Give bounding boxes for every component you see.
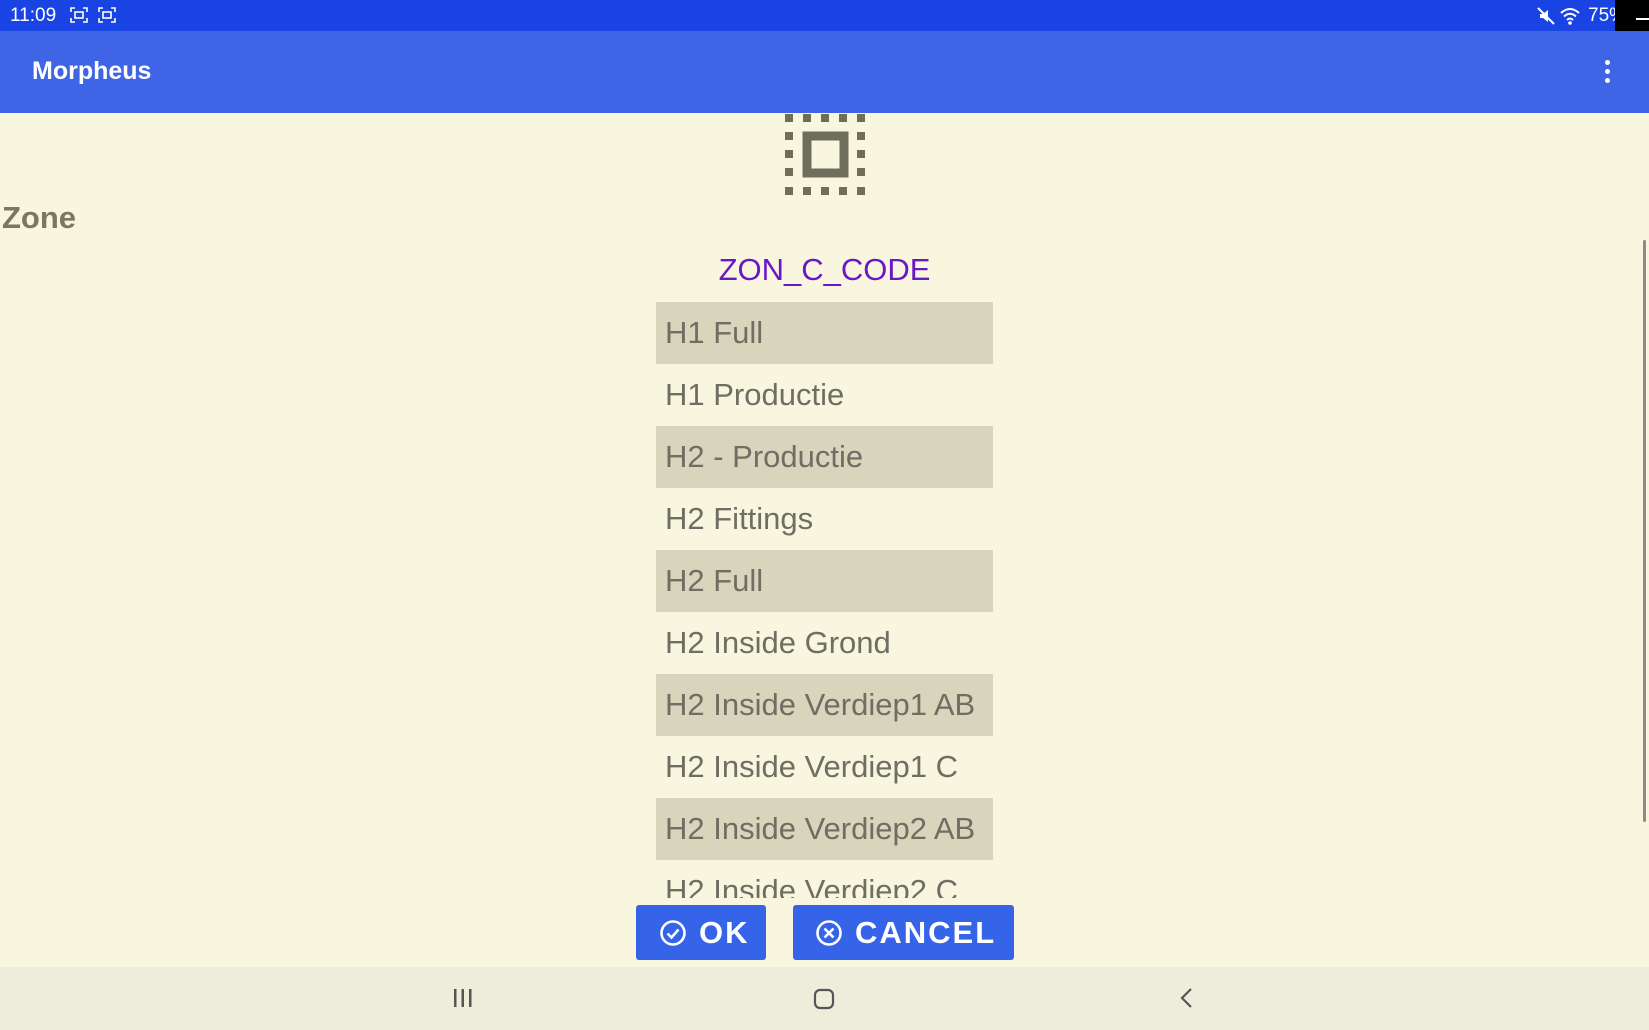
- status-time: 11:09: [10, 5, 57, 26]
- cancel-button[interactable]: CANCEL: [793, 905, 1014, 960]
- recent-apps-icon[interactable]: [452, 987, 474, 1009]
- scrollbar[interactable]: [1643, 240, 1646, 822]
- back-icon[interactable]: [1176, 987, 1198, 1009]
- screenshot-icon: [98, 7, 116, 23]
- list-item[interactable]: H1 Productie: [656, 364, 993, 426]
- list-header: ZON_C_CODE: [718, 252, 931, 287]
- list-item[interactable]: H2 Fittings: [656, 488, 993, 550]
- zone-label: Zone: [2, 200, 77, 235]
- overflow-menu-icon[interactable]: [1596, 55, 1620, 89]
- list-item[interactable]: H2 Full: [656, 550, 993, 612]
- list-item[interactable]: H2 Inside Verdiep1 AB: [656, 674, 993, 736]
- home-icon[interactable]: [812, 987, 836, 1011]
- navigation-bar: [0, 967, 1649, 1030]
- ok-button-label: OK: [699, 914, 750, 950]
- list-item[interactable]: H2 - Productie: [656, 426, 993, 488]
- wifi-icon: [1560, 8, 1580, 25]
- list-item[interactable]: H2 Inside Grond: [656, 612, 993, 674]
- app-title: Morpheus: [32, 57, 152, 85]
- list-item[interactable]: H2 Inside Verdiep1 C: [656, 736, 993, 798]
- list-item[interactable]: H2 Inside Verdiep2 AB: [656, 798, 993, 860]
- app-bar: Morpheus: [0, 31, 1649, 113]
- cancel-button-label: CANCEL: [855, 914, 997, 950]
- check-circle-icon: [660, 919, 686, 946]
- mute-icon: [1537, 7, 1555, 25]
- cancel-circle-icon: [816, 919, 842, 946]
- zone-select-icon: [785, 114, 865, 195]
- screen-corner-mark: [1636, 18, 1649, 20]
- zone-list[interactable]: H1 Full H1 Productie H2 - Productie H2 F…: [656, 302, 993, 898]
- list-item[interactable]: H2 Inside Verdiep2 C: [656, 860, 993, 898]
- screenshot-icon: [70, 7, 88, 23]
- list-item[interactable]: H1 Full: [656, 302, 993, 364]
- status-bar: 11:09 75%: [0, 0, 1649, 31]
- ok-button[interactable]: OK: [636, 905, 766, 960]
